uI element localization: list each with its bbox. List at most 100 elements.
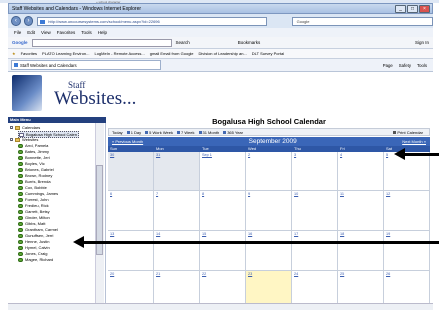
bookmarks-button[interactable]: Bookmarks (238, 40, 261, 45)
sidebar-header: Main Menu (8, 117, 106, 123)
browser-tab[interactable]: Staff Websites and Calendars (11, 60, 161, 70)
back-button[interactable]: ‹ (11, 16, 21, 26)
favorite-link[interactable]: gmail Email from Google (150, 51, 194, 56)
view-day-button[interactable]: 1 Day (126, 130, 141, 135)
tools-menu[interactable]: Tools (417, 63, 427, 68)
calendar-grid: 30 31 Sep 1 2 3 4 5 6 7 8 9 10 11 12 13 14 15 16 17 18 19 20 2… (108, 152, 430, 310)
sidebar-teacher-item[interactable]: Arrd, Pamela (18, 143, 48, 148)
next-month-link[interactable]: Next Month » (402, 139, 426, 144)
website-icon (18, 179, 23, 184)
website-icon (18, 191, 23, 196)
calendar-day-cell[interactable]: 13 (108, 231, 154, 271)
calendar-day-cell[interactable]: 9 (246, 191, 292, 231)
collapse-icon[interactable]: - (10, 138, 13, 142)
view-today-button[interactable]: Today (112, 130, 123, 135)
calendar-day-cell[interactable]: 30 (108, 152, 154, 191)
sidebar-teacher-item[interactable]: Boyles, Vic (18, 161, 45, 166)
calendar-day-cell[interactable]: 15 (200, 231, 246, 271)
sidebar-teacher-item[interactable]: Briones, Gabriel (18, 167, 54, 172)
google-search-button[interactable]: Search (176, 40, 190, 45)
sidebar-teacher-item[interactable]: Bates, Jimmy (18, 149, 49, 154)
browser-search-input[interactable]: Google (291, 16, 433, 26)
website-icon (18, 161, 23, 166)
website-icon (18, 209, 23, 214)
horizontal-scrollbar[interactable] (8, 303, 433, 310)
sidebar-teacher-item[interactable]: Burris, Brenda (18, 179, 51, 184)
page-menu[interactable]: Page (383, 63, 393, 68)
calendar-day-cell[interactable]: 10 (292, 191, 338, 231)
favorites-label[interactable]: Favorites (21, 51, 37, 56)
website-icon (18, 245, 23, 250)
sidebar-teacher-item[interactable]: Cox, Bobbie (18, 185, 47, 190)
calendar-day-cell[interactable]: 8 (200, 191, 246, 231)
view-week-button[interactable]: 7 Week (177, 130, 195, 135)
teacher-name: Jones, Craig (25, 251, 48, 256)
collapse-icon[interactable]: - (10, 126, 13, 130)
calendar-day-cell[interactable]: 18 (338, 231, 384, 271)
sidebar: Main Menu - Calendars Bogalusa High Scho… (8, 117, 106, 310)
sidebar-teacher-item[interactable]: Hymel, Calvin (18, 245, 50, 250)
tree-node-websites[interactable]: - Websites (10, 137, 38, 142)
forward-button[interactable]: › (23, 16, 34, 26)
favorite-link[interactable]: DLT Survey Portal (252, 51, 284, 56)
calendar-day-cell[interactable]: 5 (384, 152, 430, 191)
menu-favorites[interactable]: Favorites (57, 30, 76, 35)
print-calendar-button[interactable]: Print Calendar (393, 130, 423, 135)
calendar-day-cell[interactable]: 19 (384, 231, 430, 271)
menu-help[interactable]: Help (98, 30, 107, 35)
calendar-day-cell[interactable]: 11 (338, 191, 384, 231)
calendar-day-cell[interactable]: 16 (246, 231, 292, 271)
previous-month-link[interactable]: « Previous Month (112, 139, 143, 144)
teacher-name: Briones, Gabriel (25, 167, 54, 172)
sidebar-teacher-item[interactable]: Cummings, James (18, 191, 58, 196)
menu-view[interactable]: View (41, 30, 51, 35)
sidebar-teacher-item[interactable]: Magee, Richard (18, 257, 53, 262)
week-icon (177, 130, 180, 134)
favorites-star-icon[interactable]: ★ (12, 51, 16, 56)
favorite-link[interactable]: PLATO Learning Environ... (42, 51, 89, 56)
view-year-button[interactable]: 365 Year (223, 130, 243, 135)
calendar-day-cell[interactable]: Sep 1 (200, 152, 246, 191)
sidebar-teacher-item[interactable]: Garrett, Betsy (18, 209, 50, 214)
menu-file[interactable]: File (14, 30, 21, 35)
minimize-button[interactable]: _ (395, 5, 406, 13)
maximize-button[interactable]: □ (407, 5, 418, 13)
sidebar-teacher-item[interactable]: Henne, Justin (18, 239, 49, 244)
calendar-day-cell[interactable]: 31 (154, 152, 200, 191)
calendar-day-cell[interactable]: 7 (154, 191, 200, 231)
sidebar-teacher-item[interactable]: Jones, Craig (18, 251, 47, 256)
safety-menu[interactable]: Safety (399, 63, 411, 68)
calendar-day-cell[interactable]: 6 (108, 191, 154, 231)
website-icon (18, 251, 23, 256)
menu-edit[interactable]: Edit (27, 30, 35, 35)
teacher-name: Gunuffsen, Jerri (25, 233, 54, 238)
signin-link[interactable]: Sign In (415, 40, 429, 45)
tree-node-calendars[interactable]: - Calendars (10, 125, 40, 130)
sidebar-teacher-item[interactable]: Fredieu, Rick (18, 203, 49, 208)
calendar-day-cell[interactable]: 17 (292, 231, 338, 271)
favorite-link[interactable]: Division of Leadership an... (199, 51, 247, 56)
sidebar-teacher-item[interactable]: Ginder, Milton (18, 215, 50, 220)
calendar-day-cell[interactable]: 14 (154, 231, 200, 271)
address-bar[interactable]: http://www.oncoursesystems.com/school/me… (37, 16, 267, 26)
sidebar-teacher-item[interactable]: Gunuffsen, Jerri (18, 233, 53, 238)
calendar-day-cell[interactable]: 12 (384, 191, 430, 231)
view-month-button[interactable]: 31 Month (198, 130, 219, 135)
sidebar-teacher-item[interactable]: Grantham, Carmel (18, 227, 58, 232)
window-titlebar: Staff Websites and Calendars - Windows I… (8, 3, 433, 14)
sidebar-teacher-item[interactable]: Bonnette, Jeri (18, 155, 50, 160)
menu-tools[interactable]: Tools (81, 30, 92, 35)
calendar-day-cell[interactable]: 2 (246, 152, 292, 191)
view-workweek-button[interactable]: 5 Work Week (145, 130, 173, 135)
sidebar-teacher-item[interactable]: Forrest, John (18, 197, 49, 202)
calendar-day-cell[interactable]: 3 (292, 152, 338, 191)
month-label: September 2009 (248, 138, 297, 145)
sidebar-teacher-item[interactable]: Brown, Rodney (18, 173, 52, 178)
calendar-day-cell[interactable]: 4 (338, 152, 384, 191)
website-icon (18, 257, 23, 262)
close-button[interactable]: × (419, 5, 430, 13)
sidebar-teacher-item[interactable]: Gibbs, Matt (18, 221, 45, 226)
google-search-input[interactable] (31, 38, 172, 47)
teacher-name: Ginder, Milton (25, 215, 50, 220)
favorite-link[interactable]: LogMeIn - Remote Access... (94, 51, 144, 56)
